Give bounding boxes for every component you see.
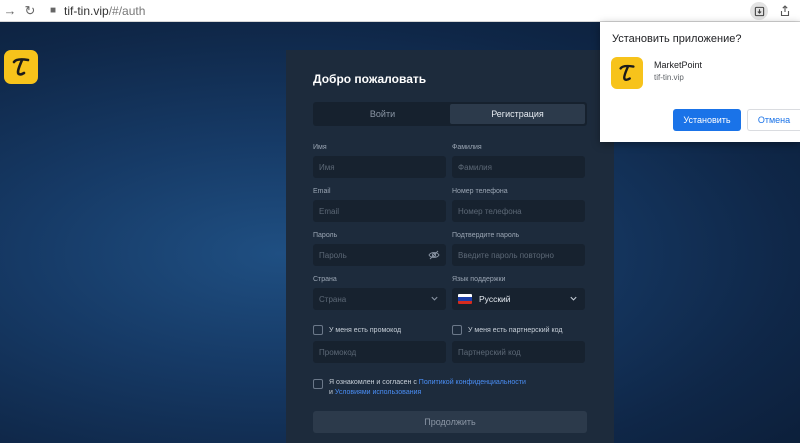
password-input[interactable]: Пароль: [313, 244, 446, 266]
install-app-dialog: Установить приложение? MarketPoint tif-t…: [600, 22, 800, 142]
url-path: /#/auth: [108, 3, 146, 18]
support-language-select[interactable]: Русский: [452, 288, 585, 310]
privacy-policy-link[interactable]: Политикой конфиденциальности: [419, 379, 526, 386]
install-app-icon[interactable]: [750, 2, 768, 20]
app-name: MarketPoint: [654, 60, 703, 70]
app-icon: [611, 57, 643, 89]
password-label: Пароль: [313, 232, 338, 239]
brand-logo-icon: [12, 58, 30, 76]
forward-icon[interactable]: →: [0, 1, 20, 21]
install-dialog-title: Установить приложение?: [612, 33, 742, 45]
auth-tabs: Войти Регистрация: [313, 102, 587, 126]
app-domain: tif-tin.vip: [654, 73, 684, 82]
reload-icon[interactable]: ↻: [20, 1, 40, 21]
partner-code-input[interactable]: Партнерский код: [452, 341, 585, 363]
promo-code-input[interactable]: Промокод: [313, 341, 446, 363]
cancel-button[interactable]: Отмена: [747, 109, 800, 131]
terms-agreement: Я ознакомлен и согласен с Политикой конф…: [313, 378, 526, 398]
brand-logo-icon: [619, 64, 635, 81]
continue-button[interactable]: Продолжить: [313, 411, 587, 433]
promo-checkbox-row[interactable]: У меня есть промокод: [313, 325, 401, 335]
eye-off-icon[interactable]: [428, 249, 440, 261]
first-name-input[interactable]: Имя: [313, 156, 446, 178]
url-host: tif-tin.vip: [64, 3, 109, 18]
partner-checkbox[interactable]: [452, 325, 462, 335]
page-title: Добро пожаловать: [313, 72, 427, 86]
confirm-password-label: Подтвердите пароль: [452, 232, 520, 239]
email-label: Email: [313, 188, 331, 195]
chevron-down-icon: [570, 296, 577, 301]
promo-checkbox[interactable]: [313, 325, 323, 335]
country-select[interactable]: Страна: [313, 288, 446, 310]
share-icon[interactable]: [778, 4, 792, 18]
email-input[interactable]: Email: [313, 200, 446, 222]
confirm-password-input[interactable]: Введите пароль повторно: [452, 244, 585, 266]
browser-toolbar: → ↻ ■ tif-tin.vip/#/auth: [0, 0, 800, 22]
country-label: Страна: [313, 276, 337, 283]
support-language-label: Язык поддержки: [452, 276, 506, 283]
tab-login[interactable]: Войти: [315, 104, 450, 124]
install-button[interactable]: Установить: [673, 109, 741, 131]
last-name-input[interactable]: Фамилия: [452, 156, 585, 178]
partner-checkbox-row[interactable]: У меня есть партнерский код: [452, 325, 562, 335]
tab-register[interactable]: Регистрация: [450, 104, 585, 124]
address-bar[interactable]: ■ tif-tin.vip/#/auth: [46, 4, 145, 18]
russia-flag-icon: [458, 294, 472, 304]
site-info-icon[interactable]: ■: [46, 5, 60, 16]
phone-input[interactable]: Номер телефона: [452, 200, 585, 222]
terms-of-use-link[interactable]: Условиями использования: [335, 389, 421, 396]
terms-checkbox[interactable]: [313, 379, 323, 389]
registration-panel: Добро пожаловать Войти Регистрация Имя И…: [286, 50, 614, 443]
brand-logo[interactable]: [4, 50, 38, 84]
phone-label: Номер телефона: [452, 188, 508, 195]
chevron-down-icon: [431, 296, 438, 301]
last-name-label: Фамилия: [452, 144, 482, 151]
first-name-label: Имя: [313, 144, 327, 151]
